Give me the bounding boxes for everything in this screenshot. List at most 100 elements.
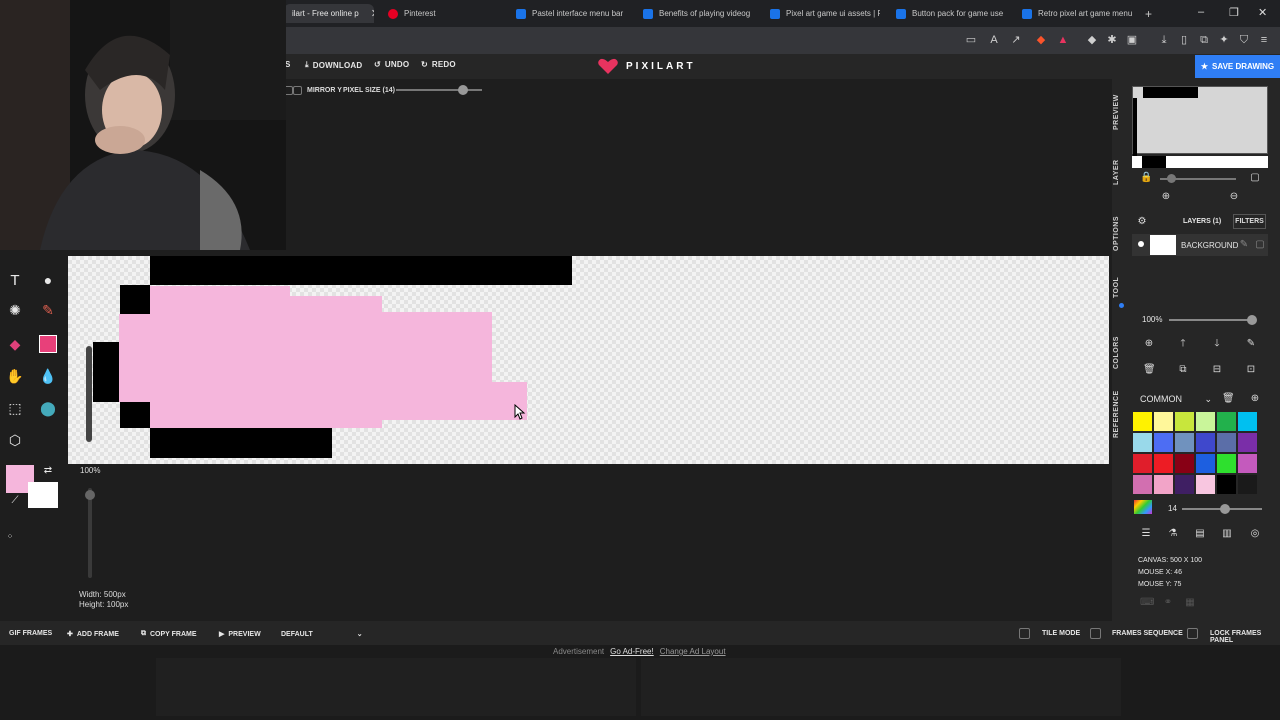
shape-tool-icon[interactable]: ⬤ <box>38 398 58 418</box>
tab-pinterest[interactable]: Pinterest <box>388 4 498 23</box>
flask-icon[interactable]: ⚗ <box>1167 528 1179 540</box>
layer-edit-icon[interactable]: ✎ <box>1238 239 1250 251</box>
palette-swatch[interactable] <box>1217 454 1236 473</box>
frames-sequence-checkbox[interactable] <box>1090 628 1101 639</box>
palette-swatch[interactable] <box>1217 412 1236 431</box>
close-window-icon[interactable]: ✕ <box>1258 6 1267 19</box>
palette-add-icon[interactable]: ⊕ <box>1249 393 1261 405</box>
palette-swatch[interactable] <box>1133 412 1152 431</box>
brush-size-thumb[interactable] <box>1220 504 1230 514</box>
target-icon[interactable]: ◎ <box>1249 528 1261 540</box>
extensions-icon[interactable]: ✦ <box>1217 33 1231 47</box>
tab-pixilart[interactable]: ilart - Free online p ✕ <box>284 4 374 23</box>
file-search-icon[interactable]: ▥ <box>1221 528 1233 540</box>
change-ad-layout-link[interactable]: Change Ad Layout <box>660 647 726 656</box>
add-frame-button[interactable]: ✚ ADD FRAME <box>67 630 119 639</box>
palette-swatch[interactable] <box>1196 454 1215 473</box>
duplicate-icon[interactable]: ⧉ <box>1177 364 1189 376</box>
close-icon[interactable]: ✕ <box>371 7 374 20</box>
layer-delete-icon[interactable]: ▢ <box>1254 239 1266 251</box>
move-up-icon[interactable]: 🡑 <box>1177 338 1189 350</box>
pattern-tool-icon[interactable]: ✺ <box>5 300 25 320</box>
file-icon[interactable]: ▤ <box>1194 528 1206 540</box>
redo-button[interactable]: ↻ REDO <box>421 60 456 69</box>
tab-colors[interactable]: COLORS <box>1113 336 1131 370</box>
tab-reference[interactable]: REFERENCE <box>1113 390 1131 438</box>
maximize-icon[interactable]: ❐ <box>1229 6 1239 19</box>
palette-swatch[interactable] <box>1238 475 1257 494</box>
rename-icon[interactable]: ✎ <box>1245 338 1257 350</box>
brave-shield-icon[interactable]: ◆ <box>1034 33 1048 47</box>
color-wheel-icon[interactable] <box>1134 500 1152 514</box>
brave-rewards-icon[interactable]: ▲ <box>1056 33 1070 47</box>
layer-settings-icon[interactable]: ⚙ <box>1136 216 1148 228</box>
dots-icon[interactable]: ⁘ <box>0 526 20 546</box>
opacity-slider-track[interactable] <box>1169 319 1253 321</box>
save-drawing-button[interactable]: ★ SAVE DRAWING <box>1195 55 1280 78</box>
sidebar-icon[interactable]: ▯ <box>1177 33 1191 47</box>
zoom-out-icon[interactable]: ⊖ <box>1228 191 1240 203</box>
lock-frames-checkbox[interactable] <box>1187 628 1198 639</box>
tab-pastel-menu[interactable]: Pastel interface menu bar <box>516 4 626 23</box>
puzzle-icon[interactable]: ✱ <box>1105 33 1119 47</box>
fill-tool-icon[interactable] <box>38 334 58 354</box>
color-picker-icon[interactable]: ● <box>38 270 58 290</box>
palette-swatch[interactable] <box>1154 412 1173 431</box>
palette-swatch[interactable] <box>1217 433 1236 452</box>
grid-icon[interactable]: ▦ <box>1184 597 1196 609</box>
trash-icon[interactable]: 🗑 <box>1143 364 1156 376</box>
new-tab-button[interactable]: + <box>1145 4 1157 23</box>
palette-swatch[interactable] <box>1175 454 1194 473</box>
tab-retro-menu[interactable]: Retro pixel art game menu <box>1022 4 1132 23</box>
preview-thumbnail[interactable] <box>1132 86 1268 158</box>
minimize-icon[interactable]: – <box>1198 6 1204 18</box>
preview-button[interactable]: ▶ PREVIEW <box>219 630 261 639</box>
mirror-y-checkbox[interactable] <box>293 86 302 95</box>
tab-benefits[interactable]: Benefits of playing videog <box>643 4 753 23</box>
screenshot-icon[interactable]: ⧉ <box>1197 33 1211 47</box>
tab-layer[interactable]: LAYER <box>1113 158 1131 186</box>
media-icon[interactable]: ▣ <box>1125 33 1139 47</box>
keyboard-icon[interactable]: ⌨ <box>1140 597 1154 609</box>
canvas-vertical-slider[interactable] <box>86 346 92 442</box>
palette-swatch[interactable] <box>1154 454 1173 473</box>
zoom-in-icon[interactable]: ⊕ <box>1160 191 1172 203</box>
3d-cube-icon[interactable]: ⬡ <box>5 430 25 450</box>
pixel-size-slider-track[interactable] <box>396 89 482 91</box>
move-down-icon[interactable]: 🡓 <box>1211 338 1223 350</box>
select-tool-icon[interactable]: ⬚ <box>5 398 25 418</box>
translate-icon[interactable]: A <box>987 33 1001 47</box>
tab-tool[interactable]: TOOL <box>1113 276 1131 298</box>
palette-swatch[interactable] <box>1133 433 1152 452</box>
tab-options[interactable]: OPTIONS <box>1113 214 1131 252</box>
palette-swatch[interactable] <box>1196 433 1215 452</box>
merge-icon[interactable]: ⊟ <box>1211 364 1223 376</box>
tab-pixel-assets[interactable]: Pixel art game ui assets | F <box>770 4 880 23</box>
eraser-icon[interactable]: ◆ <box>5 334 25 354</box>
zoom-slider-thumb[interactable] <box>85 490 95 500</box>
filters-button[interactable]: FILTERS <box>1233 214 1266 229</box>
pixilart-logo[interactable]: PIXILART <box>598 58 696 74</box>
palette-swatch[interactable] <box>1217 475 1236 494</box>
palette-delete-icon[interactable]: 🗑 <box>1222 393 1235 405</box>
palette-swatch[interactable] <box>1238 433 1257 452</box>
copy-frame-button[interactable]: ⧉ COPY FRAME <box>141 630 197 638</box>
default-select[interactable]: DEFAULT ⌄ <box>281 630 363 639</box>
list-icon[interactable]: ☰ <box>1140 528 1152 540</box>
gif-frames-button[interactable]: GIF FRAMES <box>9 630 52 637</box>
text-tool-icon[interactable]: T <box>5 270 25 290</box>
vpn-icon[interactable]: ⛉ <box>1237 33 1251 47</box>
menu-icon[interactable]: ≡ <box>1257 33 1271 47</box>
palette-swatch[interactable] <box>1154 433 1173 452</box>
share-icon[interactable]: ↗ <box>1009 33 1023 47</box>
hand-tool-icon[interactable]: ✋ <box>5 366 25 386</box>
go-ad-free-link[interactable]: Go Ad-Free! <box>610 647 654 656</box>
undo-button[interactable]: ↺ UNDO <box>374 60 409 69</box>
layer-visible-icon[interactable] <box>1138 241 1144 247</box>
pixel-brush-icon[interactable]: ⟋ <box>5 490 25 510</box>
lock-icon[interactable]: 🔒 <box>1140 172 1152 184</box>
pencil-icon[interactable]: ✎ <box>38 300 58 320</box>
drawing-canvas[interactable] <box>68 256 1109 464</box>
add-layer-icon[interactable]: ⊕ <box>1143 338 1155 350</box>
preview-slider-thumb[interactable] <box>1167 174 1176 183</box>
